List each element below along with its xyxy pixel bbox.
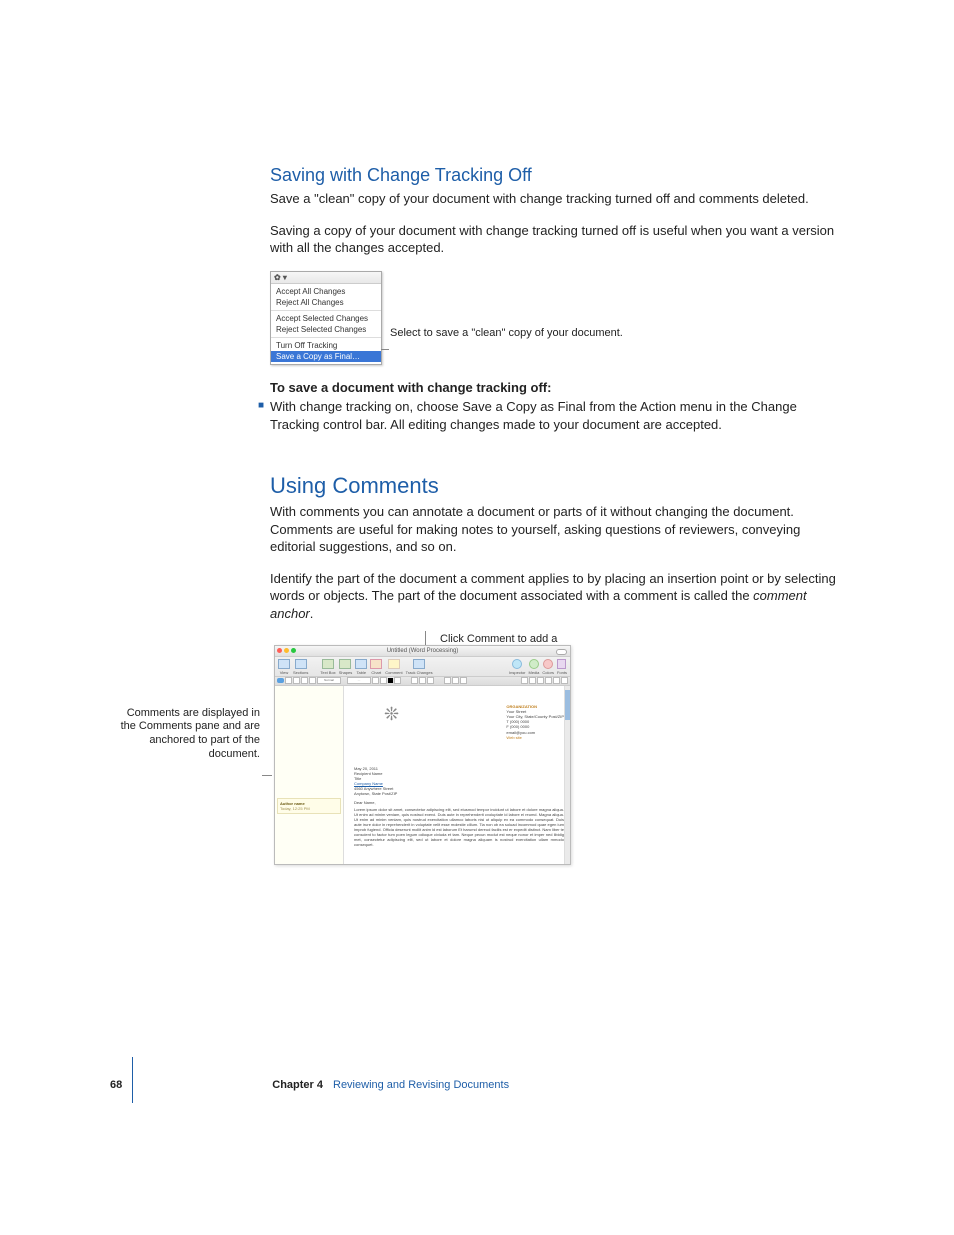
fmt-seg[interactable] (285, 677, 292, 684)
para-text: . (310, 606, 314, 621)
bullet-icon: ■ (258, 398, 270, 433)
para: Identify the part of the document a comm… (270, 570, 838, 623)
mac-window: Untitled (Word Processing) View Sections… (274, 645, 571, 865)
format-bar: Normal … (275, 677, 570, 686)
page-footer: 68 Chapter 4 Reviewing and Revising Docu… (110, 1079, 840, 1091)
comment-card[interactable]: Author name Today, 12:25 PM (277, 798, 341, 814)
bullet-text: With change tracking on, choose Save a C… (270, 398, 840, 433)
traffic-lights[interactable] (277, 648, 296, 653)
menu-item-reject-all[interactable]: Reject All Changes (276, 297, 376, 308)
callout-comments-pane: Comments are displayed in the Comments p… (110, 707, 260, 762)
toolbar-colors-button[interactable]: Colors (542, 659, 554, 675)
toolbar-fonts-button[interactable]: Fonts (557, 659, 567, 675)
fmt-seg[interactable] (444, 677, 451, 684)
para-text: Identify the part of the document a comm… (270, 571, 836, 604)
callout-line (381, 349, 389, 350)
section-heading-using-comments: Using Comments (270, 473, 838, 499)
fmt-seg[interactable] (411, 677, 418, 684)
snowflake-icon: ❊ (384, 704, 399, 725)
menu-item-accept-all[interactable]: Accept All Changes (276, 286, 376, 297)
toolbar: View Sections Text Box Shapes Table Char… (275, 657, 570, 677)
toolbar-comment-button[interactable]: Comment (385, 659, 402, 675)
toolbar-toggle-icon[interactable] (556, 649, 567, 655)
menu-item-turn-off-tracking[interactable]: Turn Off Tracking (276, 340, 376, 351)
para: With comments you can annotate a documen… (270, 503, 838, 556)
fmt-seg[interactable] (419, 677, 426, 684)
fmt-seg[interactable] (529, 677, 536, 684)
toolbar-table-button[interactable]: Table (355, 659, 367, 675)
fmt-seg[interactable] (561, 677, 568, 684)
page-content: Saving with Change Tracking Off Save a "… (110, 165, 840, 897)
fmt-seg[interactable] (372, 677, 379, 684)
document-area: Author name Today, 12:25 PM ❊ ORGANIZATI… (275, 686, 570, 864)
window-titlebar: Untitled (Word Processing) (275, 646, 570, 657)
section-heading-saving: Saving with Change Tracking Off (270, 165, 838, 186)
fmt-seg[interactable] (545, 677, 552, 684)
close-icon[interactable] (277, 648, 282, 653)
action-menu-header[interactable]: ✿ ▾ (271, 272, 381, 284)
toolbar-track-changes-button[interactable]: Track Changes (406, 659, 433, 675)
scrollbar-thumb[interactable] (565, 690, 570, 720)
vertical-scrollbar[interactable] (564, 686, 570, 864)
style-select[interactable]: Normal (317, 677, 341, 684)
comments-pane: Author name Today, 12:25 PM (275, 686, 344, 864)
para: Save a "clean" copy of your document wit… (270, 190, 838, 208)
fmt-seg[interactable] (380, 677, 387, 684)
menu-item-accept-selected[interactable]: Accept Selected Changes (276, 313, 376, 324)
minimize-icon[interactable] (284, 648, 289, 653)
callout-line (425, 631, 426, 645)
zoom-icon[interactable] (291, 648, 296, 653)
toolbar-sections-button[interactable]: Sections (293, 659, 308, 675)
inspector-icon[interactable] (277, 678, 284, 683)
menu-item-reject-selected[interactable]: Reject Selected Changes (276, 324, 376, 335)
toolbar-view-button[interactable]: View (278, 659, 290, 675)
window-title: Untitled (Word Processing) (387, 648, 459, 654)
chapter-title: Reviewing and Revising Documents (333, 1079, 509, 1091)
para: Saving a copy of your document with chan… (270, 222, 838, 257)
page-number: 68 (110, 1079, 122, 1091)
toolbar-chart-button[interactable]: Chart (370, 659, 382, 675)
fmt-seg[interactable] (537, 677, 544, 684)
bullet-item: ■ With change tracking on, choose Save a… (258, 398, 840, 433)
fmt-seg[interactable] (293, 677, 300, 684)
menu-item-save-copy-as-final[interactable]: Save a Copy as Final… (271, 351, 381, 362)
fmt-seg[interactable] (460, 677, 467, 684)
callout-text: Select to save a "clean" copy of your do… (390, 327, 623, 340)
comment-time: Today, 12:25 PM (280, 806, 338, 811)
color-swatch[interactable] (388, 678, 393, 683)
fmt-seg[interactable] (521, 677, 528, 684)
howto-heading: To save a document with change tracking … (270, 379, 838, 397)
action-menu-figure: ✿ ▾ Accept All Changes Reject All Change… (270, 271, 840, 361)
letter-body: May 20, 2011 Recipient Name Title Compan… (354, 766, 564, 847)
action-menu: ✿ ▾ Accept All Changes Reject All Change… (270, 271, 382, 365)
fmt-seg[interactable] (553, 677, 560, 684)
letterhead: ORGANIZATION Your Street Your City, Stat… (506, 704, 564, 740)
fmt-seg[interactable] (394, 677, 401, 684)
toolbar-inspector-button[interactable]: Inspector (509, 659, 525, 675)
font-select[interactable]: … (347, 677, 371, 684)
fmt-seg[interactable] (309, 677, 316, 684)
fmt-seg[interactable] (301, 677, 308, 684)
toolbar-media-button[interactable]: Media (529, 659, 540, 675)
document-canvas[interactable]: ❊ ORGANIZATION Your Street Your City, St… (344, 686, 570, 864)
toolbar-textbox-button[interactable]: Text Box (320, 659, 335, 675)
chapter-label: Chapter 4 (272, 1079, 323, 1091)
fmt-seg[interactable] (427, 677, 434, 684)
callout-line (262, 775, 272, 776)
toolbar-shapes-button[interactable]: Shapes (339, 659, 353, 675)
fmt-seg[interactable] (452, 677, 459, 684)
comments-window-figure: Comments are displayed in the Comments p… (270, 637, 830, 897)
